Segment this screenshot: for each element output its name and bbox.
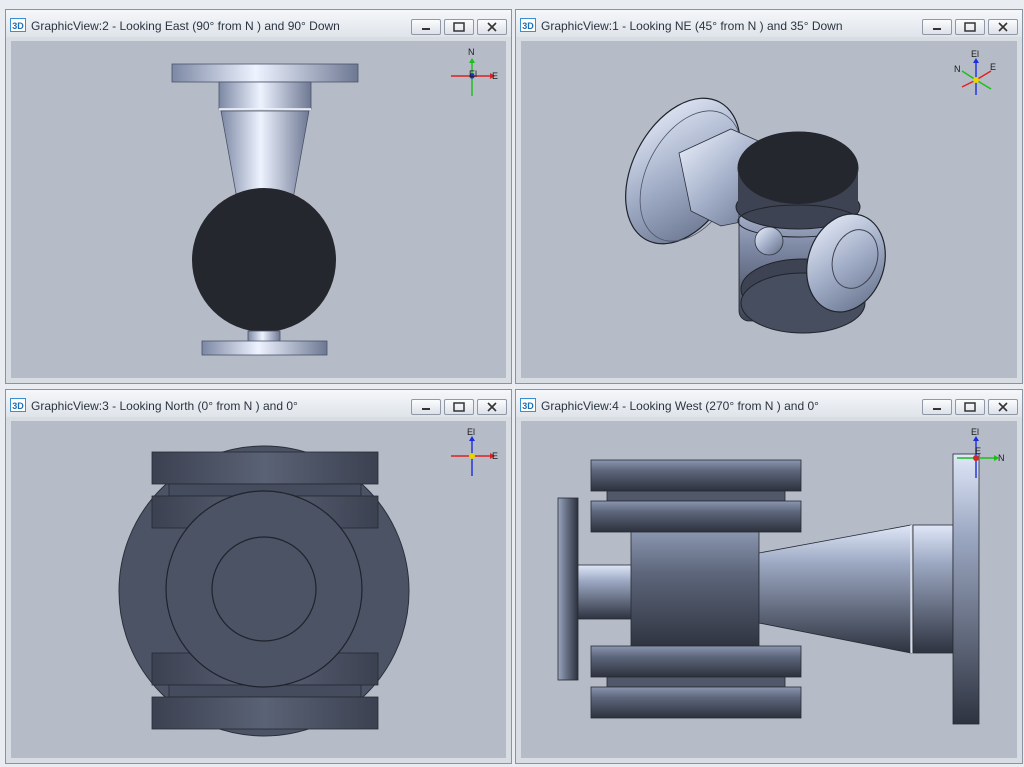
close-button[interactable] [477, 19, 507, 35]
axis-label-center: El [469, 69, 477, 79]
minimize-icon [933, 28, 941, 30]
close-button[interactable] [988, 399, 1018, 415]
axis-label-center: E [975, 446, 981, 456]
viewport-titlebar[interactable]: 3D GraphicView:2 - Looking East (90° fro… [6, 10, 511, 37]
maximize-icon [453, 402, 465, 412]
axis-label-up: El [971, 49, 979, 59]
valve-model-iso-view: El N E [625, 49, 996, 334]
valve-model-front-view: El E [118, 427, 498, 737]
axis-label-right: E [492, 71, 498, 81]
valve-model-top-view: N E El [171, 47, 498, 356]
minimize-button[interactable] [922, 399, 952, 415]
3d-canvas[interactable]: N E El [11, 41, 506, 378]
axis-label-right: E [990, 62, 996, 72]
viewport-looking-east[interactable]: 3D GraphicView:2 - Looking East (90° fro… [5, 9, 512, 384]
minimize-button[interactable] [411, 399, 441, 415]
axis-label-up: El [467, 427, 475, 437]
maximize-button[interactable] [444, 399, 474, 415]
3d-canvas[interactable]: El N E [521, 41, 1017, 378]
minimize-icon [422, 28, 430, 30]
maximize-button[interactable] [955, 399, 985, 415]
viewport-titlebar[interactable]: 3D GraphicView:3 - Looking North (0° fro… [6, 390, 511, 417]
viewport-titlebar[interactable]: 3D GraphicView:4 - Looking West (270° fr… [516, 390, 1022, 417]
viewport-title: GraphicView:2 - Looking East (90° from N… [31, 19, 340, 33]
close-button[interactable] [477, 399, 507, 415]
minimize-icon [422, 408, 430, 410]
viewport-title: GraphicView:4 - Looking West (270° from … [541, 399, 819, 413]
axis-label-left: N [954, 64, 961, 74]
axis-triad-icon [451, 436, 495, 476]
close-icon [487, 402, 497, 412]
maximize-icon [964, 22, 976, 32]
3d-view-icon: 3D [520, 18, 536, 32]
axis-label-up: El [971, 427, 979, 437]
viewport-looking-ne[interactable]: 3D GraphicView:1 - Looking NE (45° from … [515, 9, 1023, 384]
axis-triad-icon [961, 58, 992, 95]
minimize-icon [933, 408, 941, 410]
axis-label-right: E [492, 451, 498, 461]
axis-label-up: N [468, 47, 475, 57]
3d-canvas[interactable]: El E [11, 421, 506, 758]
maximize-button[interactable] [955, 19, 985, 35]
valve-model-side-view: El N E [557, 427, 1005, 725]
viewport-looking-north[interactable]: 3D GraphicView:3 - Looking North (0° fro… [5, 389, 512, 764]
maximize-button[interactable] [444, 19, 474, 35]
close-icon [998, 402, 1008, 412]
viewport-title: GraphicView:1 - Looking NE (45° from N )… [541, 19, 843, 33]
3d-view-icon: 3D [10, 18, 26, 32]
minimize-button[interactable] [922, 19, 952, 35]
maximize-icon [453, 22, 465, 32]
close-icon [998, 22, 1008, 32]
viewport-title: GraphicView:3 - Looking North (0° from N… [31, 399, 298, 413]
viewport-titlebar[interactable]: 3D GraphicView:1 - Looking NE (45° from … [516, 10, 1022, 37]
3d-view-icon: 3D [520, 398, 536, 412]
3d-canvas[interactable]: El N E [521, 421, 1017, 758]
minimize-button[interactable] [411, 19, 441, 35]
3d-view-icon: 3D [10, 398, 26, 412]
close-icon [487, 22, 497, 32]
close-button[interactable] [988, 19, 1018, 35]
viewport-looking-west[interactable]: 3D GraphicView:4 - Looking West (270° fr… [515, 389, 1023, 764]
maximize-icon [964, 402, 976, 412]
axis-label-right: N [998, 453, 1005, 463]
